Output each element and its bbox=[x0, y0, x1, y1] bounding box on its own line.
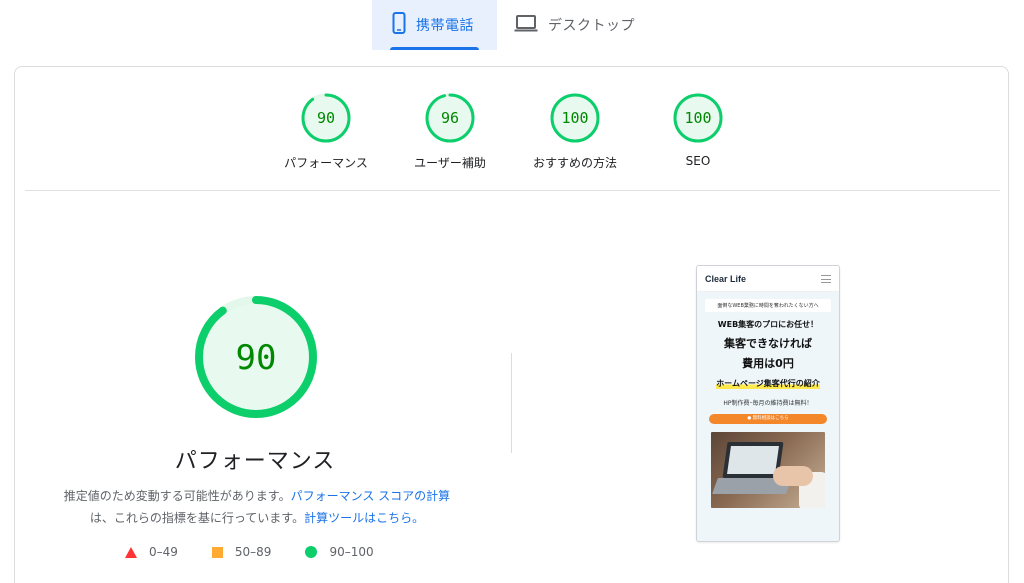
legend-pass-range: 90–100 bbox=[329, 545, 374, 559]
desc-text-2: は、これらの指標を基に行っています。 bbox=[89, 511, 305, 525]
gauge-best-practices-ring: 100 bbox=[550, 93, 600, 143]
score-calculation-link[interactable]: パフォーマンス スコアの計算 bbox=[291, 489, 451, 503]
gauge-performance-score: 90 bbox=[317, 109, 335, 127]
square-icon bbox=[211, 546, 223, 558]
screenshot-body: 面倒なWEB業務に時間を奪われたくない方へ WEB集客のプロにお任せ！ 集客でき… bbox=[697, 292, 839, 508]
performance-big-score: 90 bbox=[236, 338, 277, 378]
screenshot-line-4: ホームページ集客代行の紹介 bbox=[716, 378, 820, 389]
photo-hand bbox=[773, 466, 813, 486]
legend-average: 50–89 bbox=[211, 545, 272, 559]
desc-text-1: 推定値のため変動する可能性があります。 bbox=[63, 489, 291, 503]
laptop-icon bbox=[514, 14, 538, 36]
gauge-seo-ring: 100 bbox=[673, 93, 723, 143]
circle-icon bbox=[305, 546, 318, 558]
screenshot-cta-button: ● 無料相談はこちら bbox=[709, 414, 827, 424]
gauge-accessibility-score: 96 bbox=[441, 109, 459, 127]
calculator-link[interactable]: 計算ツールはこちら。 bbox=[304, 511, 424, 525]
active-tab-indicator bbox=[390, 47, 479, 50]
screenshot-logo: Clear Life bbox=[705, 273, 747, 284]
gauges-divider bbox=[25, 190, 1000, 191]
gauge-best-practices-label: おすすめの方法 bbox=[532, 156, 617, 170]
screenshot-line-3: 費用は0円 bbox=[742, 357, 794, 370]
gauge-seo-score: 100 bbox=[684, 109, 711, 127]
screenshot-line-2: 集客できなければ bbox=[724, 337, 812, 350]
gauge-accessibility[interactable]: 96 ユーザー補助 bbox=[395, 92, 505, 171]
gauge-performance[interactable]: 90 パフォーマンス bbox=[271, 92, 381, 171]
device-tabs: 携帯電話 デスクトップ bbox=[0, 0, 1024, 50]
gauge-accessibility-ring: 96 bbox=[425, 93, 475, 143]
vertical-divider bbox=[511, 353, 512, 453]
legend-average-range: 50–89 bbox=[234, 545, 272, 559]
performance-description: 推定値のため変動する可能性があります。パフォーマンス スコアの計算 は、これらの… bbox=[47, 485, 467, 529]
gauge-seo[interactable]: 100 SEO bbox=[643, 92, 753, 168]
triangle-icon bbox=[125, 546, 137, 558]
tab-mobile[interactable]: 携帯電話 bbox=[372, 0, 497, 50]
screenshot-line-1: WEB集客のプロにお任せ！ bbox=[717, 320, 819, 329]
tab-desktop[interactable]: デスクトップ bbox=[512, 0, 662, 50]
screenshot-pill: 面倒なWEB業務に時間を奪われたくない方へ bbox=[705, 299, 831, 312]
report-card: 90 パフォーマンス 96 ユーザー補助 100 おすすめの方法 100 SEO bbox=[14, 66, 1009, 583]
menu-icon bbox=[821, 274, 831, 283]
gauge-performance-ring: 90 bbox=[301, 93, 351, 143]
gauge-performance-label: パフォーマンス bbox=[284, 156, 368, 170]
gauge-best-practices[interactable]: 100 おすすめの方法 bbox=[520, 92, 630, 171]
screenshot-photo bbox=[711, 432, 825, 508]
tab-desktop-label: デスクトップ bbox=[548, 18, 635, 34]
tab-mobile-label: 携帯電話 bbox=[416, 18, 474, 34]
gauge-seo-label: SEO bbox=[685, 154, 711, 168]
final-screenshot: Clear Life 面倒なWEB業務に時間を奪われたくない方へ WEB集客のプ… bbox=[696, 265, 840, 542]
legend-fail-range: 0–49 bbox=[149, 545, 178, 559]
legend-fail: 0–49 bbox=[125, 545, 178, 559]
gauge-best-practices-score: 100 bbox=[561, 109, 588, 127]
score-legend: 0–49 50–89 90–100 bbox=[125, 545, 408, 559]
screenshot-header: Clear Life bbox=[697, 266, 839, 292]
gauge-accessibility-label: ユーザー補助 bbox=[414, 156, 486, 170]
smartphone-icon bbox=[392, 12, 406, 38]
screenshot-line-5: HP制作費･毎月の維持費は無料！ bbox=[723, 400, 813, 407]
legend-pass: 90–100 bbox=[305, 545, 374, 559]
performance-title: パフォーマンス bbox=[174, 449, 336, 474]
performance-big-gauge: 90 bbox=[195, 296, 317, 418]
